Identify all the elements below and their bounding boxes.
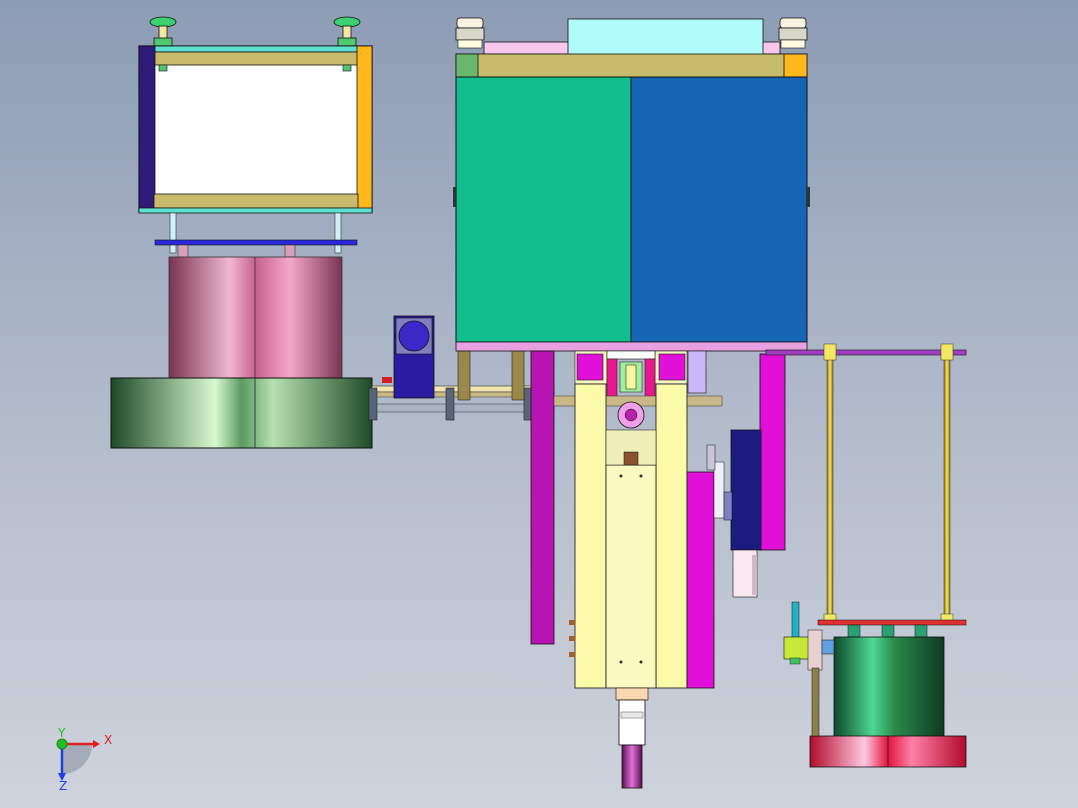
top-cyan-block	[567, 18, 764, 56]
left-leveling-foot-2	[333, 16, 361, 47]
magenta-slider	[759, 353, 786, 551]
left-green-base	[110, 377, 373, 449]
main-column-left	[574, 383, 607, 689]
lift-rod-left	[826, 347, 834, 624]
left-blue-plate	[154, 239, 358, 246]
left-frame-left-post	[138, 45, 156, 213]
top-panel-green	[455, 76, 632, 343]
left-frame-outline	[138, 45, 373, 213]
main-column-right	[655, 383, 688, 689]
left-frame-top-beam	[138, 45, 373, 53]
orientation-triad: X Y Z	[56, 726, 112, 793]
lower-actuator-body	[618, 699, 646, 746]
green-cylinder	[833, 636, 945, 738]
magenta-block-left	[576, 353, 604, 381]
magenta-block-right	[658, 353, 686, 381]
cad-assembly-view: X Y Z	[56, 16, 967, 793]
left-pink-cylinder	[168, 256, 343, 380]
drive-motor-face	[398, 320, 430, 352]
violet-top-beam	[765, 349, 967, 356]
left-guide-rod-1	[169, 212, 177, 254]
top-olive-rail	[455, 53, 808, 78]
top-enclosure-assembly	[453, 17, 810, 352]
left-frame-bottom-rail	[153, 193, 359, 209]
left-frame-assembly	[110, 16, 373, 449]
left-guide-rod-2	[334, 212, 342, 254]
lower-actuator-rod	[621, 744, 643, 789]
violet-vertical-bar	[530, 350, 555, 645]
triad-y-axis	[56, 738, 68, 750]
left-frame-right-post	[356, 45, 373, 213]
main-column-center	[605, 464, 657, 689]
left-frame-top-rail	[153, 51, 359, 66]
side-valve	[783, 636, 811, 660]
left-frame-bottom-beam	[138, 207, 373, 214]
top-roller-left	[455, 17, 485, 49]
triad-z-label: Z	[59, 779, 67, 793]
top-panel-blue	[630, 76, 808, 343]
top-roller-right	[778, 17, 808, 49]
red-plate	[817, 619, 967, 626]
triad-x-label: X	[104, 733, 112, 747]
top-bottom-plate	[455, 341, 808, 352]
lift-rod-right	[943, 347, 951, 624]
left-leveling-foot-1	[149, 16, 177, 47]
center-vertical-assembly	[530, 350, 723, 789]
magenta-side-column	[686, 471, 715, 689]
right-side-blocks	[706, 353, 786, 598]
right-lift-assembly	[765, 343, 967, 768]
triad-y-label: Y	[57, 726, 66, 740]
navy-carriage	[730, 429, 762, 551]
